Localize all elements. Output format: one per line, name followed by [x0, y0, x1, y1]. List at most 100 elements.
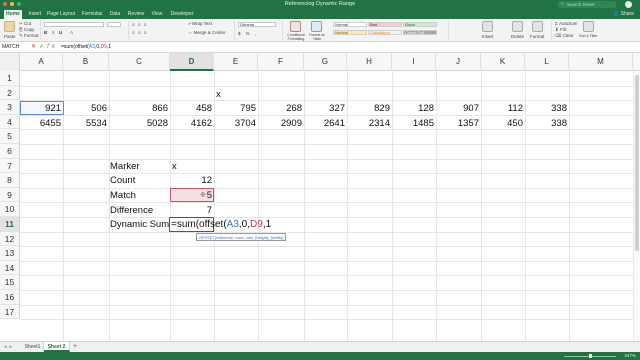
style-normal[interactable]: Normal [333, 22, 367, 27]
row-header-14[interactable]: 14 [0, 260, 20, 276]
font-size-select[interactable] [107, 22, 121, 27]
row-header-1[interactable]: 1 [0, 71, 20, 86]
tab-review[interactable]: Review [126, 10, 146, 19]
style-check-cell[interactable]: Check Cell [403, 30, 437, 35]
row-header-6[interactable]: 6 [0, 144, 20, 159]
tab-developer[interactable]: Developer [168, 10, 196, 19]
cell-b3[interactable]: 506 [63, 102, 107, 116]
tab-data[interactable]: Data [108, 10, 122, 19]
font-style-buttons[interactable]: B I U [44, 30, 64, 35]
row-header-8[interactable]: 8 [0, 173, 20, 188]
paste-label[interactable]: Paste [4, 34, 16, 39]
column-header-a[interactable]: A [20, 53, 63, 71]
sheet-nav-arrows[interactable]: ◂▸ [4, 343, 15, 351]
cell-b4[interactable]: 5534 [63, 117, 107, 131]
column-header-g[interactable]: G [304, 53, 347, 71]
add-sheet-icon[interactable]: + [73, 342, 77, 352]
sheet-tab-sheet1[interactable]: Sheet1 [22, 342, 44, 352]
column-header-c[interactable]: C [109, 53, 170, 71]
column-header-b[interactable]: B [63, 53, 109, 71]
wrap-text-button[interactable]: ⤶ Wrap Text [188, 21, 212, 26]
cell-k4[interactable]: 450 [481, 117, 523, 131]
cell-h3[interactable]: 829 [347, 102, 390, 116]
vertical-scrollbar[interactable] [633, 71, 640, 341]
copy-button[interactable]: ⎘ Copy [19, 27, 34, 32]
column-header-d[interactable]: D [170, 53, 214, 71]
insert-cells-label[interactable]: Insert [482, 34, 493, 39]
cell-c10[interactable]: Difference [110, 204, 153, 218]
style-bad[interactable]: Bad [368, 22, 402, 27]
column-header-m[interactable]: M [569, 53, 633, 71]
cell-a4[interactable]: 6455 [20, 117, 61, 131]
format-as-table-icon[interactable] [311, 21, 322, 32]
clear-button[interactable]: ⌫ Clear [555, 33, 573, 38]
style-neutral[interactable]: Neutral [333, 30, 367, 35]
cell-d10[interactable]: 7 [170, 204, 212, 218]
cell-d11-editor[interactable]: =sum(offset(A3,0,D9,1 [169, 217, 271, 232]
search-sheet-input[interactable]: ⌕ Search Sheet [558, 1, 616, 8]
cell-j3[interactable]: 907 [436, 102, 479, 116]
formula-input[interactable]: =sum(offset(A3,0,D9,1 [61, 44, 111, 51]
cell-i3[interactable]: 128 [392, 102, 434, 116]
conditional-formatting-label[interactable]: Conditional Formatting [286, 33, 306, 41]
column-header-f[interactable]: F [258, 53, 304, 71]
format-cells-label[interactable]: Format [530, 34, 544, 39]
fx-icon[interactable]: fx [47, 44, 58, 50]
row-header-16[interactable]: 16 [0, 290, 20, 305]
row-header-11[interactable]: 11 [0, 217, 20, 232]
row-header-4[interactable]: 4 [0, 114, 20, 130]
cell-f3[interactable]: 268 [258, 102, 302, 116]
row-header-17[interactable]: 17 [0, 304, 20, 320]
cell-d4[interactable]: 4162 [170, 117, 212, 131]
sheet-tab-sheet2[interactable]: Sheet 2 [44, 342, 70, 352]
share-button[interactable]: 👤 Share [613, 10, 634, 19]
cell-c11[interactable]: Dynamic Sum [110, 218, 169, 232]
cell-l3[interactable]: 338 [525, 102, 567, 116]
column-header-k[interactable]: K [481, 53, 525, 71]
row-header-9[interactable]: 9 [0, 187, 20, 203]
cell-l4[interactable]: 338 [525, 117, 567, 131]
row-header-12[interactable]: 12 [0, 231, 20, 247]
name-box[interactable]: MATCH [2, 44, 28, 51]
cell-d8[interactable]: 12 [170, 174, 212, 188]
cut-button[interactable]: ✂ Cut [19, 21, 31, 26]
column-header-e[interactable]: E [214, 53, 258, 71]
user-icon[interactable] [625, 1, 632, 8]
tab-home[interactable]: Home [4, 10, 22, 19]
format-painter-button[interactable]: ✎ Format [19, 33, 38, 38]
indent-buttons[interactable]: ≡ ≡ ≡ [132, 30, 147, 35]
cell-i4[interactable]: 1485 [392, 117, 434, 131]
row-header-15[interactable]: 15 [0, 275, 20, 290]
cell-c3[interactable]: 866 [109, 102, 168, 116]
cell-c4[interactable]: 5028 [109, 117, 168, 131]
row-header-2[interactable]: 2 [0, 85, 20, 101]
cell-c8[interactable]: Count [110, 174, 135, 188]
tab-page-layout[interactable]: Page Layout [46, 10, 76, 19]
cell-j4[interactable]: 1357 [436, 117, 479, 131]
delete-cells-label[interactable]: Delete [511, 34, 524, 39]
fill-button[interactable]: ⬇ Fill [555, 27, 566, 32]
cell-e4[interactable]: 3704 [214, 117, 256, 131]
cell-d7[interactable]: x [172, 160, 177, 174]
row-header-7[interactable]: 7 [0, 158, 20, 174]
sort-filter-icon[interactable] [583, 21, 594, 32]
row-header-13[interactable]: 13 [0, 246, 20, 261]
format-cells-icon[interactable] [532, 21, 543, 32]
zoom-slider-knob[interactable] [589, 354, 592, 358]
cell-g4[interactable]: 2641 [304, 117, 345, 131]
autosum-button[interactable]: Σ AutoSum [555, 21, 578, 26]
number-format-buttons[interactable]: $ % , [238, 31, 258, 36]
row-header-10[interactable]: 10 [0, 202, 20, 217]
row-header-5[interactable]: 5 [0, 129, 20, 144]
align-buttons[interactable]: ≡ ≡ ≡ [132, 22, 147, 27]
insert-cells-icon[interactable] [482, 21, 493, 32]
row-header-3[interactable]: 3 [0, 100, 20, 115]
format-as-table-label[interactable]: Format as Table [307, 33, 327, 41]
delete-cells-icon[interactable] [512, 21, 523, 32]
number-format-select[interactable]: General [238, 22, 276, 27]
column-header-j[interactable]: J [436, 53, 481, 71]
cell-e3[interactable]: 795 [214, 102, 256, 116]
column-header-l[interactable]: L [525, 53, 569, 71]
merge-center-button[interactable]: ⇔ Merge & Center [188, 30, 226, 35]
tab-formulas[interactable]: Formulas [80, 10, 104, 19]
